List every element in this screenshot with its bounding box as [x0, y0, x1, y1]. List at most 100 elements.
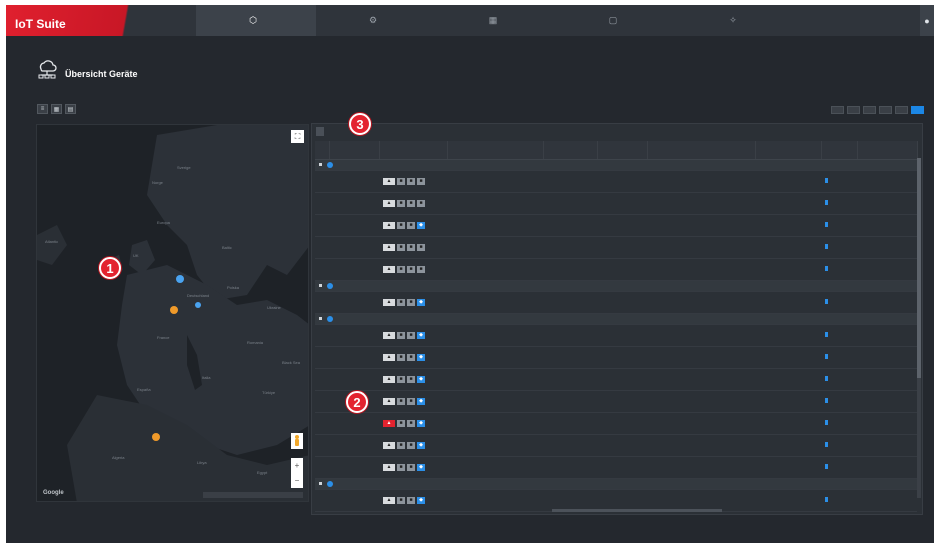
group-expand-icon[interactable]	[319, 284, 322, 287]
user-menu-button[interactable]: ●	[920, 5, 934, 36]
customer-link[interactable]	[447, 368, 543, 391]
map-zoom-control[interactable]: + −	[291, 458, 303, 488]
info-status-icon[interactable]: ◆	[417, 375, 425, 383]
device-marker[interactable]	[176, 275, 184, 283]
info-icon[interactable]	[825, 200, 828, 205]
column-header[interactable]	[543, 141, 598, 160]
customer-link[interactable]	[447, 324, 543, 347]
customer-link[interactable]	[447, 236, 543, 259]
row-select-cell[interactable]	[315, 170, 329, 193]
device-marker[interactable]	[195, 302, 201, 308]
info-icon[interactable]	[825, 497, 828, 502]
status-icon[interactable]: ■	[397, 496, 405, 504]
status-icon[interactable]: ■	[397, 243, 405, 251]
status-icon[interactable]: ■	[407, 177, 415, 185]
info-icon[interactable]	[825, 332, 828, 337]
info-status-icon[interactable]: ◆	[417, 496, 425, 504]
customer-link[interactable]	[447, 346, 543, 369]
group-cell[interactable]	[315, 313, 917, 325]
warning-status-icon[interactable]: ▲	[383, 331, 395, 339]
info-icon[interactable]	[825, 178, 828, 183]
info-icon[interactable]	[825, 464, 828, 469]
info-icon[interactable]	[825, 420, 828, 425]
row-select-cell[interactable]	[315, 412, 329, 435]
table-group-row[interactable]	[315, 280, 917, 292]
warning-status-icon[interactable]: ▲	[383, 199, 395, 207]
table-row[interactable]: ▲■■◆	[315, 214, 917, 237]
pager-button[interactable]	[895, 106, 908, 114]
status-icon[interactable]: ■	[407, 496, 415, 504]
pager-button[interactable]	[879, 106, 892, 114]
column-header[interactable]	[315, 141, 330, 160]
row-select-cell[interactable]	[315, 434, 329, 457]
brand-logo[interactable]: IoT Suite	[6, 5, 196, 36]
status-icon[interactable]: ■	[397, 353, 405, 361]
status-icon[interactable]: ■	[397, 221, 405, 229]
table-group-row[interactable]	[315, 313, 917, 325]
nav-tab-administration[interactable]: ▢	[556, 5, 676, 36]
status-icon[interactable]: ■	[407, 298, 415, 306]
map-view-list-button[interactable]: ≡	[37, 104, 48, 114]
warning-status-icon[interactable]: ▲	[383, 496, 395, 504]
status-icon[interactable]: ■	[397, 298, 405, 306]
table-row[interactable]: ▲■■◆	[315, 390, 917, 413]
status-icon[interactable]: ■	[397, 265, 405, 273]
pager-button[interactable]	[847, 106, 860, 114]
nav-tab-maintenance[interactable]: ⚙	[316, 5, 436, 36]
device-marker[interactable]	[152, 433, 160, 441]
zoom-out-icon[interactable]: −	[295, 476, 300, 485]
customer-link[interactable]	[447, 412, 543, 435]
table-row[interactable]: ▲■■◆	[315, 489, 917, 512]
pager-button-active[interactable]	[911, 106, 924, 114]
warning-status-icon[interactable]: ▲	[383, 375, 395, 383]
row-select-cell[interactable]	[315, 456, 329, 479]
info-icon[interactable]	[825, 244, 828, 249]
column-header[interactable]	[647, 141, 756, 160]
row-select-cell[interactable]	[315, 324, 329, 347]
info-status-icon[interactable]: ◆	[417, 298, 425, 306]
warning-status-icon[interactable]: ▲	[383, 265, 395, 273]
status-icon[interactable]: ■	[417, 265, 425, 273]
warning-status-icon[interactable]: ▲	[383, 221, 395, 229]
info-icon[interactable]	[825, 442, 828, 447]
row-select-cell[interactable]	[315, 214, 329, 237]
status-icon[interactable]: ■	[397, 397, 405, 405]
serial-number-link[interactable]	[755, 489, 821, 512]
row-select-cell[interactable]	[315, 390, 329, 413]
nav-tab-dashboard[interactable]: ▦	[436, 5, 556, 36]
column-header[interactable]	[379, 141, 448, 160]
warning-status-icon[interactable]: ▲	[383, 353, 395, 361]
warning-status-icon[interactable]: ▲	[383, 298, 395, 306]
pager-button[interactable]	[863, 106, 876, 114]
customer-link[interactable]	[447, 489, 543, 512]
nav-tab-devices[interactable]: ⬡	[196, 5, 316, 36]
status-icon[interactable]: ■	[417, 243, 425, 251]
info-status-icon[interactable]: ◆	[417, 331, 425, 339]
status-icon[interactable]: ■	[407, 441, 415, 449]
table-row[interactable]: ▲■■◆	[315, 412, 917, 435]
info-status-icon[interactable]: ◆	[417, 441, 425, 449]
row-select-cell[interactable]	[315, 192, 329, 215]
status-icon[interactable]: ■	[407, 243, 415, 251]
info-icon[interactable]	[825, 354, 828, 359]
table-row[interactable]: ▲ ■ ■ ■	[315, 170, 917, 193]
info-status-icon[interactable]: ◆	[417, 419, 425, 427]
row-select-cell[interactable]	[315, 346, 329, 369]
warning-status-icon[interactable]: ▲	[383, 397, 395, 405]
status-icon[interactable]: ■	[407, 375, 415, 383]
customer-link[interactable]	[447, 214, 543, 237]
group-expand-icon[interactable]	[319, 482, 322, 485]
serial-number-link[interactable]	[755, 412, 821, 435]
info-status-icon[interactable]: ◆	[417, 221, 425, 229]
table-row[interactable]: ▲ ■ ■ ■	[315, 236, 917, 259]
table-group-row[interactable]	[315, 478, 917, 490]
status-icon[interactable]: ■	[407, 419, 415, 427]
info-icon[interactable]	[825, 266, 828, 271]
table-row[interactable]: ▲■■◆	[315, 291, 917, 314]
serial-number-link[interactable]	[755, 390, 821, 413]
table-row[interactable]: ▲ ■ ■ ■	[315, 192, 917, 215]
serial-number-link[interactable]	[755, 346, 821, 369]
table-row[interactable]: ▲ ■ ■ ■	[315, 258, 917, 281]
status-icon[interactable]: ■	[407, 199, 415, 207]
column-header[interactable]	[857, 141, 918, 160]
